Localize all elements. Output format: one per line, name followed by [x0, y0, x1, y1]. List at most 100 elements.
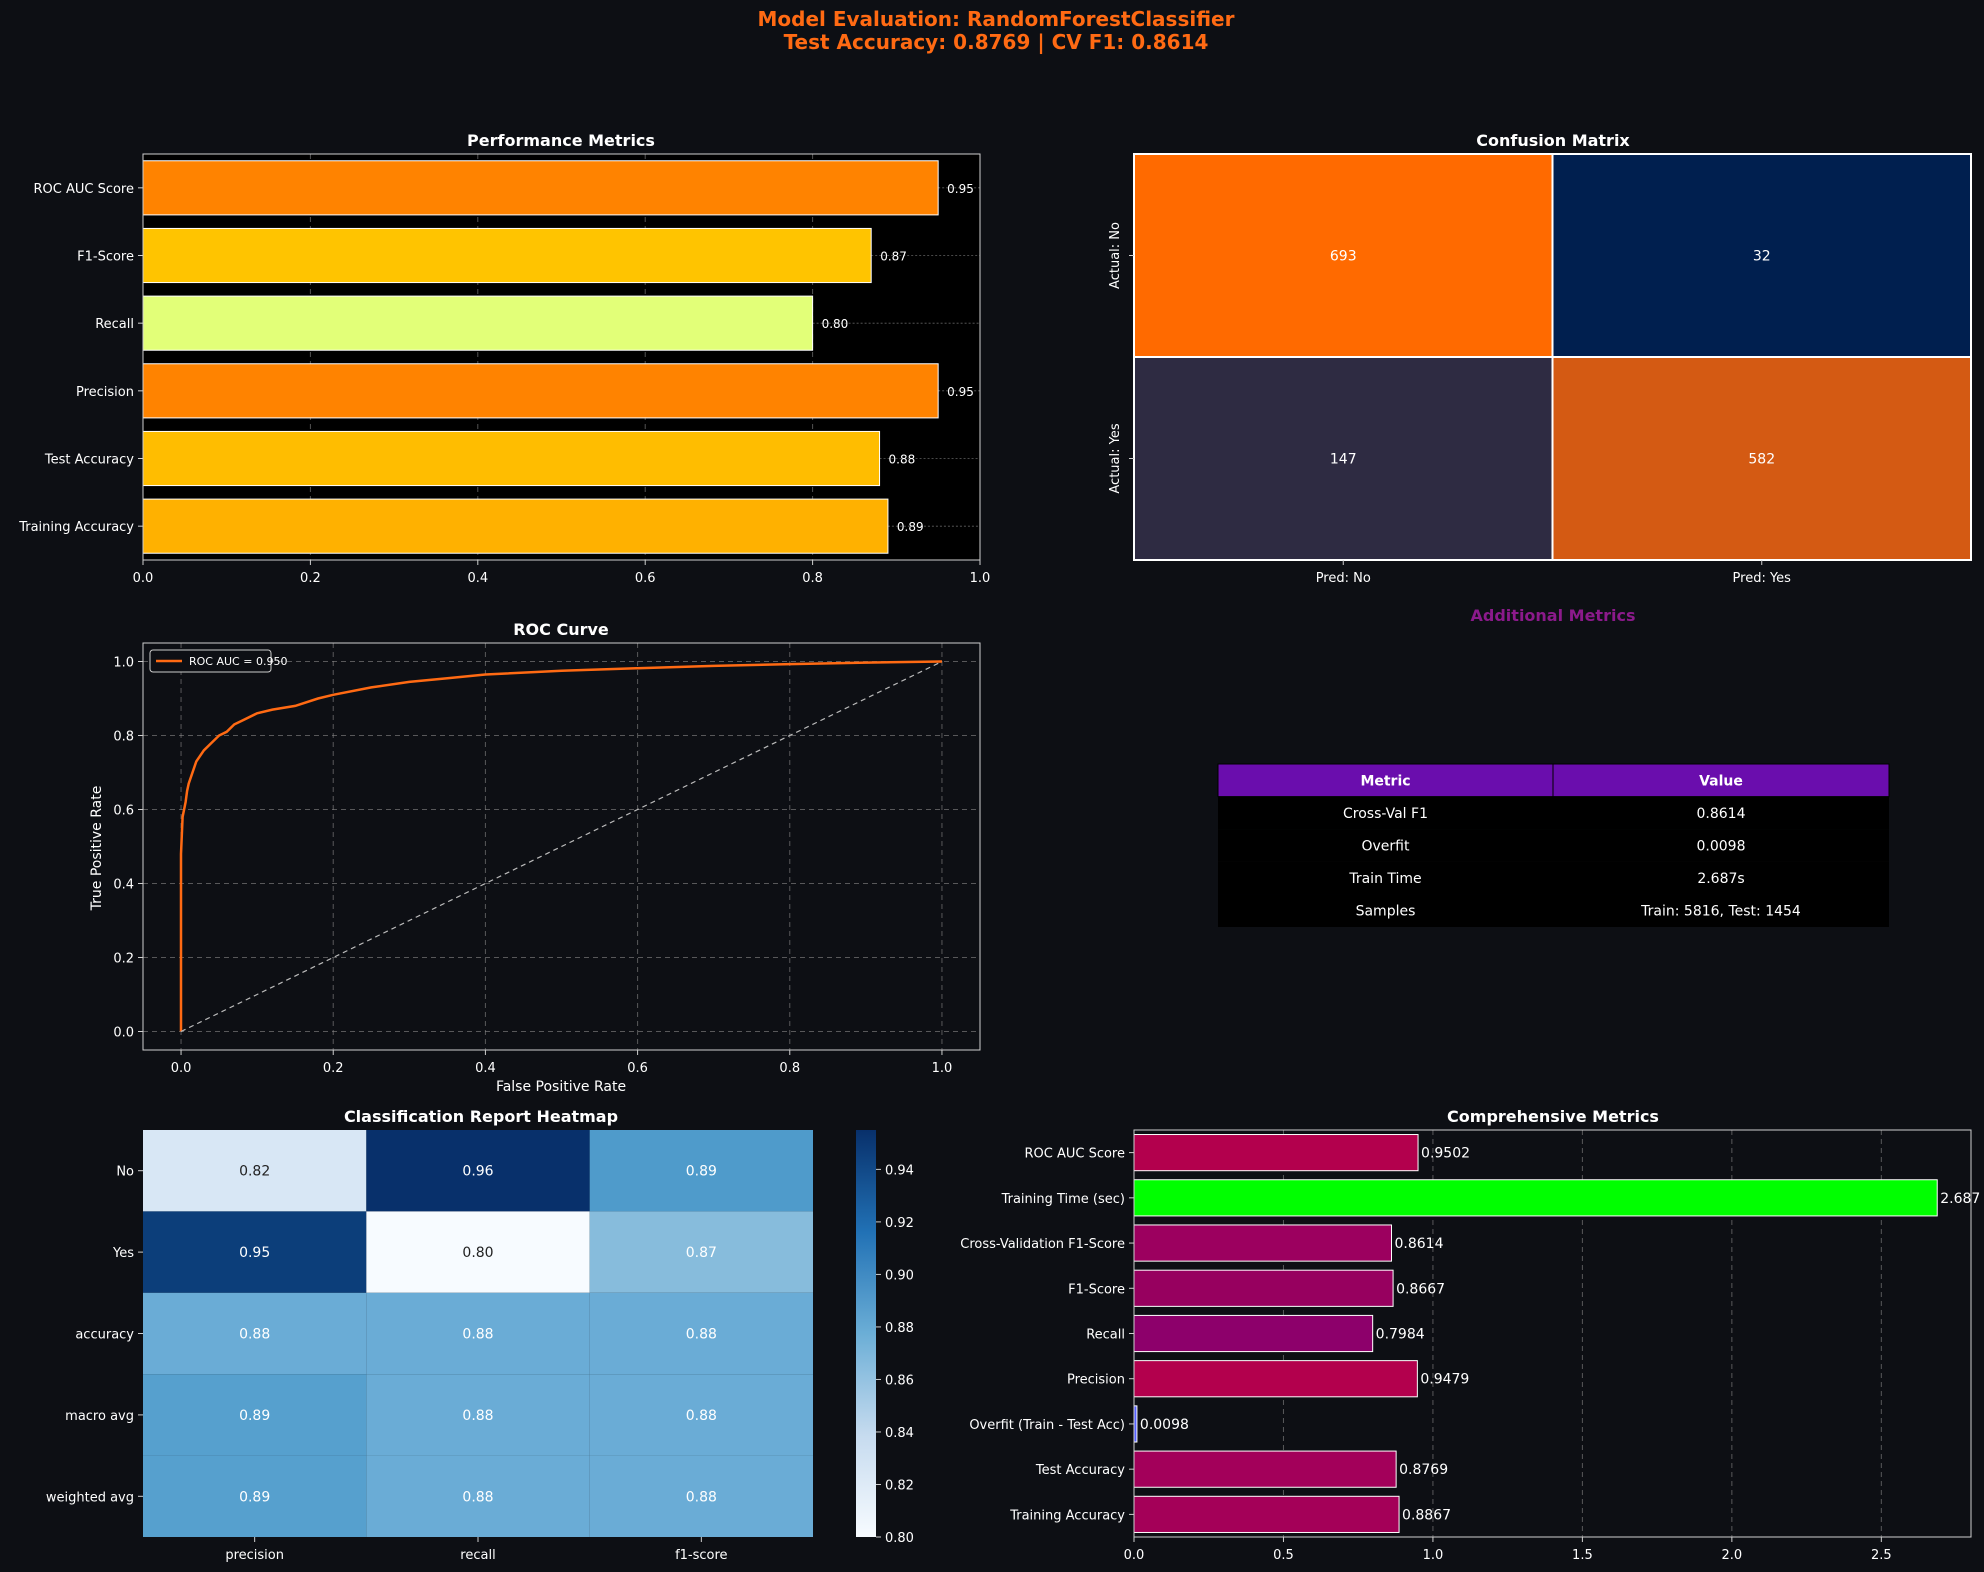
report-cell-label: 0.88 [462, 1327, 493, 1343]
performance-xtick-label: 0.4 [467, 571, 488, 586]
performance-value-label: 0.95 [947, 385, 974, 399]
additional-metrics-table: Metric Value Cross-Val F1 0.8614 Overfit 0.00… [1217, 763, 1890, 927]
roc-legend-label: ROC AUC = 0.950 [189, 655, 287, 668]
report-cell-label: 0.88 [462, 1408, 493, 1424]
performance-bar [142, 363, 939, 419]
performance-xtick-label: 1.0 [970, 571, 991, 586]
confusion-cell-label: 693 [1330, 249, 1357, 265]
comprehensive-value-label: 0.8614 [1394, 1236, 1443, 1252]
roc-xlabel: False Positive Rate [496, 1079, 626, 1095]
report-cell-label: 0.88 [686, 1489, 717, 1505]
comprehensive-value-label: 0.9502 [1421, 1146, 1470, 1162]
report-col-label: recall [460, 1548, 495, 1563]
performance-ytick-label: Training Accuracy [18, 520, 134, 535]
report-cell-label: 0.95 [239, 1245, 270, 1261]
comprehensive-xtick-label: 1.0 [1423, 1548, 1444, 1563]
report-cell-label: 0.87 [686, 1245, 717, 1261]
figure: Model Evaluation: RandomForestClassifier… [0, 0, 1984, 1572]
report-chart: 0.82 0.96 0.89 No 0.95 0.80 0.87 Yes 0.88 0.88 0.8… [46, 1130, 914, 1563]
colorbar-tick-label: 0.88 [885, 1321, 914, 1336]
colorbar-tick-label: 0.92 [885, 1216, 914, 1231]
comprehensive-bar [1133, 1495, 1400, 1533]
performance-bar [142, 498, 889, 554]
confusion-row-label: Actual: No [1108, 222, 1123, 289]
confusion-title: Confusion Matrix [1476, 131, 1630, 150]
report-cell-label: 0.88 [239, 1327, 270, 1343]
performance-xtick-label: 0.6 [635, 571, 656, 586]
report-col-label: precision [225, 1548, 284, 1563]
confusion-col-label: Pred: Yes [1733, 571, 1792, 586]
roc-xtick-label: 1.0 [932, 1061, 953, 1076]
comprehensive-bar [1133, 1314, 1374, 1353]
comprehensive-xtick-label: 2.0 [1722, 1548, 1743, 1563]
comprehensive-ytick-label: Training Accuracy [1009, 1508, 1125, 1523]
figure-title-line1: Model Evaluation: RandomForestClassifier [758, 7, 1235, 31]
roc-ytick-label: 0.0 [113, 1026, 134, 1041]
comprehensive-value-label: 0.9479 [1420, 1372, 1469, 1388]
performance-chart: 0.0 0.2 0.4 0.6 0.8 1.0 ROC AUC Score 0.95 F1-Sc… [18, 153, 991, 586]
report-cell-label: 0.88 [462, 1489, 493, 1505]
table-header-label: Value [1699, 773, 1743, 789]
roc-ylabel: True Positive Rate [89, 786, 105, 912]
report-cell-label: 0.89 [239, 1489, 270, 1505]
comprehensive-bar [1133, 1360, 1418, 1398]
table-cell: 2.687s [1697, 871, 1744, 887]
performance-bar [142, 430, 881, 487]
performance-bar [142, 160, 939, 216]
colorbar-tick-label: 0.82 [885, 1478, 914, 1493]
report-title: Classification Report Heatmap [344, 1107, 618, 1126]
report-row-label: No [116, 1165, 134, 1180]
comprehensive-ytick-label: Cross-Validation F1-Score [960, 1237, 1125, 1252]
performance-ytick-label: Test Accuracy [44, 453, 134, 468]
confusion-cell-label: 32 [1753, 249, 1771, 265]
comprehensive-bar [1133, 1224, 1392, 1262]
performance-xtick-label: 0.8 [802, 571, 823, 586]
confusion-cell-label: 147 [1330, 452, 1357, 468]
comprehensive-bar [1133, 1450, 1397, 1488]
comprehensive-ytick-label: F1-Score [1068, 1282, 1125, 1297]
report-cell-label: 0.96 [462, 1164, 493, 1180]
comprehensive-ytick-label: Training Time (sec) [1001, 1192, 1125, 1207]
performance-title: Performance Metrics [467, 131, 655, 150]
table-cell: 0.8614 [1697, 806, 1746, 822]
report-cell-label: 0.88 [686, 1408, 717, 1424]
performance-value-label: 0.80 [822, 317, 849, 331]
report-cell-label: 0.80 [462, 1245, 493, 1261]
colorbar-tick-label: 0.90 [885, 1268, 914, 1283]
roc-ytick-label: 0.2 [113, 952, 134, 967]
report-cell-label: 0.88 [686, 1327, 717, 1343]
table-row [1218, 829, 1889, 862]
comprehensive-ytick-label: Overfit (Train - Test Acc) [969, 1418, 1125, 1433]
confusion-row-label: Actual: Yes [1108, 423, 1123, 493]
table-header-label: Metric [1360, 773, 1410, 789]
colorbar-tick-label: 0.80 [885, 1531, 914, 1546]
report-cell-label: 0.89 [239, 1408, 270, 1424]
roc-chart: 0.0 0.2 0.4 0.6 0.8 1.0 0.0 0.2 0.4 0.6 0.8 1.0 ROC … [113, 642, 981, 1076]
comprehensive-value-label: 0.8667 [1396, 1281, 1445, 1297]
confusion-chart: 693 32 Actual: No 147 582 Actual: Yes Pred: No… [1108, 153, 1972, 586]
performance-ytick-label: ROC AUC Score [33, 182, 134, 197]
performance-value-label: 0.87 [880, 250, 907, 264]
performance-ytick-label: Recall [95, 317, 134, 332]
comprehensive-xtick-label: 2.5 [1871, 1548, 1892, 1563]
figure-title-line2: Test Accuracy: 0.8769 | CV F1: 0.8614 [784, 30, 1209, 54]
performance-bar [142, 227, 872, 284]
comprehensive-xtick-label: 1.5 [1572, 1548, 1593, 1563]
performance-value-label: 0.88 [889, 453, 916, 467]
roc-ytick-label: 0.4 [113, 878, 134, 893]
colorbar-tick-label: 0.84 [885, 1426, 914, 1441]
report-cell-label: 0.89 [686, 1164, 717, 1180]
roc-xtick-label: 0.4 [475, 1061, 496, 1076]
table-cell: 0.0098 [1697, 839, 1746, 855]
report-row-label: weighted avg [46, 1490, 134, 1505]
roc-xtick-label: 0.6 [627, 1061, 648, 1076]
table-row [1218, 861, 1889, 895]
additional-title: Additional Metrics [1471, 606, 1636, 625]
comprehensive-value-label: 2.687 [1940, 1191, 1980, 1207]
performance-xtick-label: 0.2 [300, 571, 321, 586]
comprehensive-bar [1133, 1179, 1938, 1217]
performance-value-label: 0.95 [947, 182, 974, 196]
comprehensive-value-label: 0.8769 [1399, 1462, 1448, 1478]
performance-ytick-label: Precision [76, 385, 134, 400]
comprehensive-value-label: 0.8867 [1402, 1507, 1451, 1523]
